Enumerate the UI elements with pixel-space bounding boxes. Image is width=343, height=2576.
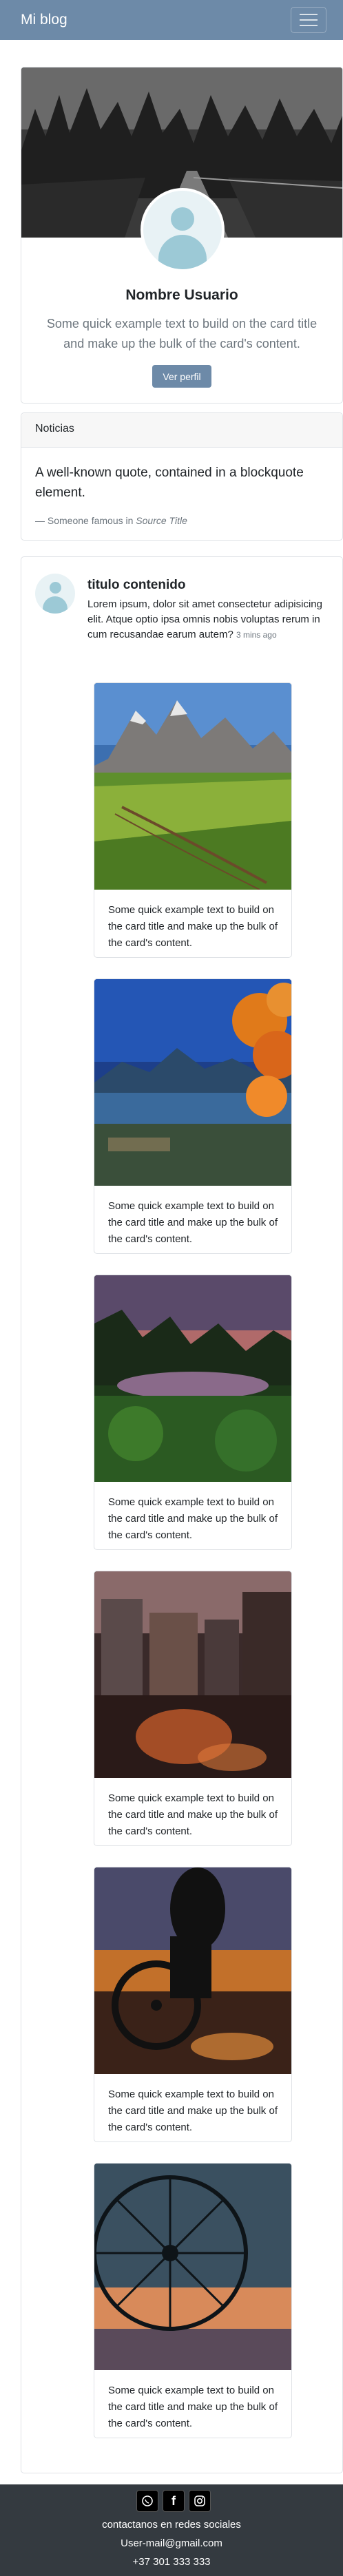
autumn-lake-image	[94, 979, 291, 1186]
photo-card-text: Some quick example text to build on the …	[108, 2385, 278, 2429]
navbar-brand[interactable]: Mi blog	[21, 12, 67, 28]
view-profile-button[interactable]: Ver perfil	[152, 365, 211, 388]
profile-card: Nombre Usuario Some quick example text t…	[21, 67, 343, 404]
photo-card-text: Some quick example text to build on the …	[108, 904, 278, 949]
feed-avatar-icon	[35, 574, 75, 614]
footer: f contactanos en redes sociales User-mai…	[0, 2484, 343, 2576]
rainy-street-image	[94, 1571, 291, 1778]
feed-timestamp: 3 mins ago	[236, 630, 277, 640]
navbar: Mi blog	[0, 0, 343, 40]
footer-phone[interactable]: +37 301 333 333	[0, 2556, 343, 2568]
feed-text: Lorem ipsum, dolor sit amet consectetur …	[87, 598, 322, 640]
photo-card: Some quick example text to build on the …	[94, 1867, 292, 2142]
photo-card-text: Some quick example text to build on the …	[108, 2088, 278, 2133]
photo-card: Some quick example text to build on the …	[94, 1275, 292, 1550]
photo-card: Some quick example text to build on the …	[94, 2163, 292, 2438]
ferris-wheel-image	[94, 2164, 291, 2370]
photo-card: Some quick example text to build on the …	[94, 1571, 292, 1846]
user-avatar-icon	[143, 191, 222, 269]
photo-card-text: Some quick example text to build on the …	[108, 1496, 278, 1541]
whatsapp-icon[interactable]	[136, 2490, 158, 2512]
social-links: f	[136, 2490, 211, 2512]
news-header: Noticias	[21, 413, 342, 448]
facebook-icon[interactable]: f	[163, 2490, 185, 2512]
blockquote-source: Source Title	[136, 515, 187, 526]
forest-sunset-image	[94, 1275, 291, 1482]
profile-avatar	[141, 188, 225, 272]
profile-description: Some quick example text to build on the …	[46, 317, 318, 350]
blockquote-footer: — Someone famous in Source Title	[35, 515, 187, 526]
news-card: Noticias A well-known quote, contained i…	[21, 412, 343, 541]
instagram-icon[interactable]	[189, 2490, 211, 2512]
photo-card: Some quick example text to build on the …	[94, 682, 292, 958]
feed-card: titulo contenido Lorem ipsum, dolor sit …	[21, 556, 343, 2473]
mountain-meadow-image	[94, 683, 291, 890]
footer-email[interactable]: User-mail@gmail.com	[0, 2537, 343, 2549]
feed-title: titulo contenido	[87, 578, 186, 592]
photo-card-text: Some quick example text to build on the …	[108, 1792, 278, 1837]
footer-contact-label: contactanos en redes sociales	[102, 2519, 241, 2531]
hamburger-icon	[300, 14, 318, 15]
profile-name: Nombre Usuario	[125, 287, 238, 303]
photo-card-text: Some quick example text to build on the …	[108, 1200, 278, 1245]
navbar-toggler-button[interactable]	[291, 7, 326, 33]
blockquote-text: A well-known quote, contained in a block…	[35, 465, 304, 500]
photo-card: Some quick example text to build on the …	[94, 978, 292, 1254]
bicycle-sunset-image	[94, 1867, 291, 2074]
